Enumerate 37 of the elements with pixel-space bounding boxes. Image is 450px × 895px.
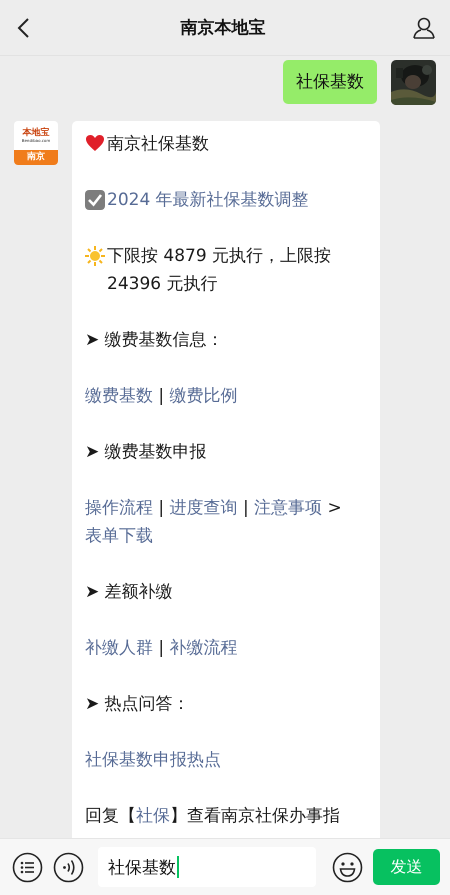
message-text: ➤ 缴费基数信息：	[85, 330, 224, 350]
link[interactable]: 社保	[136, 806, 170, 826]
heart-icon	[85, 134, 105, 152]
link[interactable]: 社保基数申报热点	[85, 750, 221, 770]
message-text: 下限按 4879 元执行，上限按 24396 元执行	[107, 246, 332, 294]
message-text: 南京社保基数	[107, 134, 209, 154]
menu-icon[interactable]	[12, 852, 43, 882]
voice-icon[interactable]	[53, 852, 84, 882]
message-text: ➤ 缴费基数申报	[85, 442, 207, 462]
message-text: |	[242, 498, 250, 518]
message-text: |	[157, 638, 166, 658]
check-icon	[85, 190, 105, 210]
message-text: ➤ 差额补缴	[85, 582, 173, 602]
logo-city: 南京	[14, 150, 58, 165]
message-bubble: 社保基数	[283, 60, 377, 104]
message-text: >	[326, 498, 342, 518]
link[interactable]: 缴费比例	[170, 386, 238, 406]
text-cursor	[177, 856, 179, 878]
message-text: |	[157, 498, 166, 518]
link[interactable]: 表单下载	[85, 526, 153, 546]
person-icon[interactable]	[412, 16, 436, 40]
link[interactable]: 2024 年最新社保基数调整	[107, 190, 309, 210]
link[interactable]: 补缴流程	[170, 638, 238, 658]
link[interactable]: 进度查询	[170, 498, 238, 518]
link[interactable]: 注意事项	[254, 498, 322, 518]
message-text: 】查看南京社保办事指	[170, 806, 340, 826]
link[interactable]: 操作流程	[85, 498, 153, 518]
input-field[interactable]: 社保基数	[98, 847, 316, 887]
link[interactable]: 缴费基数	[85, 386, 153, 406]
sun-icon	[85, 246, 105, 266]
link[interactable]: 补缴人群	[85, 638, 153, 658]
message-text: 回复【	[85, 806, 136, 826]
logo-name: 本地宝	[22, 128, 50, 138]
message-text: ➤ 热点问答：	[85, 694, 190, 714]
message-text: |	[157, 386, 166, 406]
emoji-icon[interactable]	[332, 852, 363, 882]
chat-title: 南京本地宝	[180, 17, 266, 39]
